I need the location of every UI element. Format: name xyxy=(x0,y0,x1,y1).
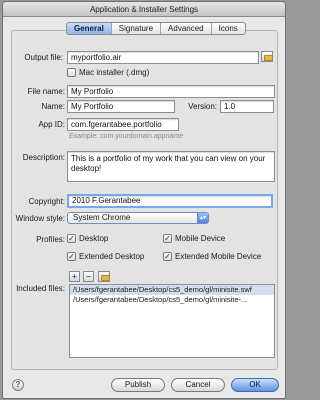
tab-general[interactable]: General xyxy=(67,23,112,34)
included-files-label: Included files: xyxy=(16,284,65,293)
mobile-device-checkbox[interactable]: ✓ Mobile Device xyxy=(163,234,225,243)
app-id-hint: Example: com.yourdomain.appname xyxy=(69,133,184,140)
publish-button[interactable]: Publish xyxy=(111,378,165,392)
mac-installer-box[interactable] xyxy=(67,68,76,77)
description-textarea[interactable]: This is a portfolio of my work that you … xyxy=(67,151,275,182)
desktop-label: Desktop xyxy=(79,234,109,243)
description-label: Description: xyxy=(22,153,65,162)
mac-installer-label: Mac installer (.dmg) xyxy=(79,68,150,77)
window-title: Application & Installer Settings xyxy=(3,2,285,17)
settings-window: Application & Installer Settings General… xyxy=(2,1,286,399)
list-item[interactable]: /Users/fgerantabee/Desktop/cs5_demo/gl/m… xyxy=(70,295,274,305)
add-folder-icon[interactable] xyxy=(98,271,110,282)
add-file-icon[interactable]: + xyxy=(69,271,80,282)
profiles-label: Profiles: xyxy=(36,235,65,244)
mobile-device-label: Mobile Device xyxy=(175,234,226,243)
name-input[interactable]: My Portfolio xyxy=(67,100,175,113)
browse-folder-icon[interactable] xyxy=(261,51,273,62)
mac-installer-checkbox[interactable]: Mac installer (.dmg) xyxy=(67,68,149,77)
ok-button[interactable]: OK xyxy=(231,378,279,392)
output-file-label: Output file: xyxy=(24,53,63,62)
version-input[interactable]: 1.0 xyxy=(220,100,274,113)
cancel-button[interactable]: Cancel xyxy=(171,378,225,392)
app-id-label: App ID: xyxy=(38,120,65,129)
extended-desktop-checkbox[interactable]: ✓ Extended Desktop xyxy=(67,252,144,261)
extended-mobile-device-checkbox[interactable]: ✓ Extended Mobile Device xyxy=(163,252,261,261)
window-style-value: System Chrome xyxy=(73,213,131,222)
desktop-checkbox[interactable]: ✓ Desktop xyxy=(67,234,108,243)
name-label: Name: xyxy=(41,102,65,111)
checkmark-icon: ✓ xyxy=(67,252,76,261)
tab-advanced[interactable]: Advanced xyxy=(161,23,212,34)
checkmark-icon: ✓ xyxy=(163,234,172,243)
file-name-label: File name: xyxy=(27,87,65,96)
extended-mobile-device-label: Extended Mobile Device xyxy=(175,252,262,261)
window-style-label: Window style: xyxy=(15,214,65,223)
window-style-select[interactable]: System Chrome ▴▾ xyxy=(67,212,209,224)
tab-icons[interactable]: Icons xyxy=(212,23,245,34)
included-files-list[interactable]: /Users/fgerantabee/Desktop/cs5_demo/gl/m… xyxy=(69,284,275,358)
tab-signature[interactable]: Signature xyxy=(112,23,162,34)
remove-file-icon[interactable]: − xyxy=(83,271,94,282)
copyright-input[interactable]: 2010 F.Gerantabee xyxy=(67,194,273,208)
help-button[interactable]: ? xyxy=(12,379,24,391)
select-arrows-icon: ▴▾ xyxy=(197,213,208,223)
list-item[interactable]: /Users/fgerantabee/Desktop/cs5_demo/gl/m… xyxy=(70,285,274,295)
output-file-input[interactable]: myportfolio.air xyxy=(67,51,259,64)
copyright-label: Copyright: xyxy=(28,197,65,206)
tab-bar: General Signature Advanced Icons xyxy=(66,22,246,35)
extended-desktop-label: Extended Desktop xyxy=(79,252,145,261)
checkmark-icon: ✓ xyxy=(67,234,76,243)
checkmark-icon: ✓ xyxy=(163,252,172,261)
file-name-input[interactable]: My Portfolio xyxy=(67,85,275,98)
app-id-input[interactable]: com.fgerantabee.portfolio xyxy=(67,118,179,131)
version-label: Version: xyxy=(188,102,217,111)
